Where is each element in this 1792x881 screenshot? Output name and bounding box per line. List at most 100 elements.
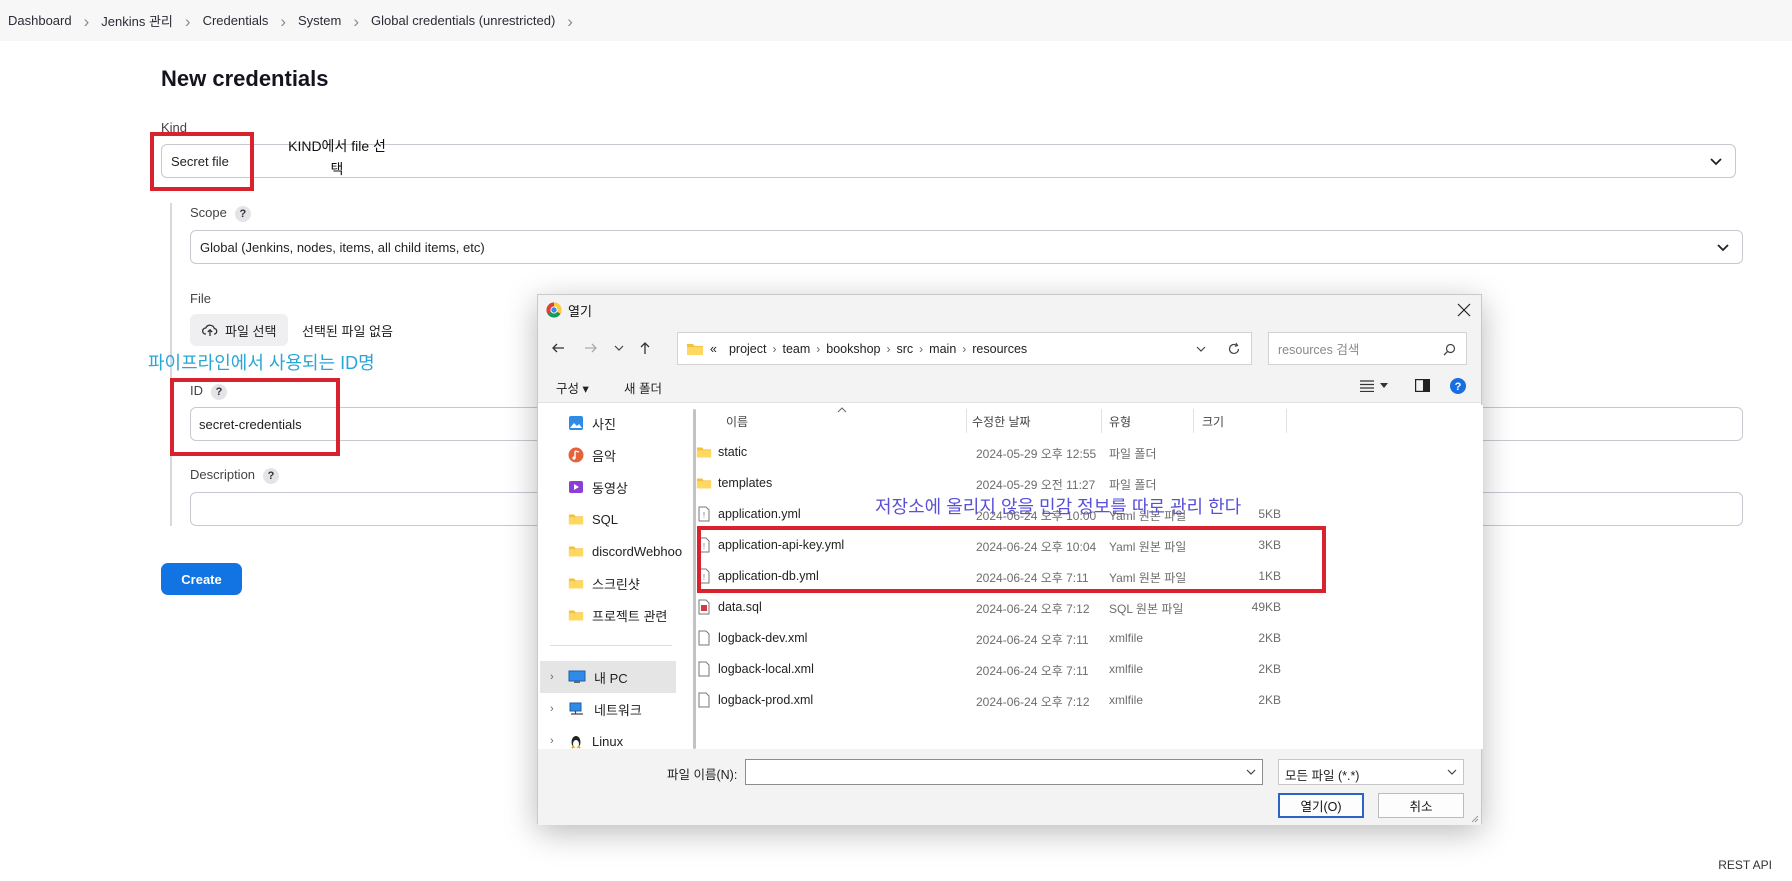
nav-item-network[interactable]: › 네트워크	[550, 695, 642, 723]
file-size: 2KB	[1258, 631, 1281, 645]
view-options-icon[interactable]	[1360, 380, 1374, 392]
file-row[interactable]: logback-dev.xml 2024-06-24 오후 7:11 xmlfi…	[696, 623, 1316, 654]
preview-pane-icon[interactable]	[1415, 379, 1430, 392]
column-header-name[interactable]: 이름	[726, 405, 748, 437]
refresh-icon[interactable]	[1227, 342, 1241, 356]
column-divider[interactable]	[966, 409, 967, 433]
filetype-select[interactable]: 모든 파일 (*.*)	[1278, 759, 1464, 785]
nav-item-screenshots[interactable]: 스크린샷	[568, 569, 640, 597]
nav-item-label: 동영상	[592, 480, 628, 496]
breadcrumb-credentials[interactable]: Credentials	[203, 13, 269, 28]
scope-select[interactable]: Global (Jenkins, nodes, items, all child…	[190, 230, 1743, 264]
column-divider[interactable]	[1286, 409, 1287, 433]
file-row[interactable]: logback-local.xml 2024-06-24 오후 7:11 xml…	[696, 654, 1316, 685]
file-size: 2KB	[1258, 693, 1281, 707]
breadcrumb-jenkins-manage[interactable]: Jenkins 관리	[101, 11, 173, 30]
address-bar[interactable]: « project › team › bookshop › src › main › re…	[677, 332, 1252, 365]
new-folder-button[interactable]: 새 폴더	[624, 378, 662, 397]
nav-item-videos[interactable]: 동영상	[568, 473, 628, 501]
dialog-navbar: « project › team › bookshop › src › main › re…	[538, 325, 1481, 369]
breadcrumb-system[interactable]: System	[298, 13, 341, 28]
file-date: 2024-05-29 오후 12:55	[976, 447, 1097, 461]
file-type: xmlfile	[1109, 631, 1144, 645]
chevron-down-icon[interactable]	[1246, 768, 1256, 776]
column-header-size[interactable]: 크기	[1202, 405, 1224, 437]
back-arrow-icon[interactable]	[550, 340, 566, 356]
up-arrow-icon[interactable]	[637, 340, 653, 356]
path-overflow[interactable]: «	[710, 342, 717, 356]
file-date: 2024-05-29 오전 11:27	[976, 478, 1096, 492]
nav-item-sql[interactable]: SQL	[568, 505, 618, 533]
file-name: static	[718, 445, 748, 459]
file-row[interactable]: logback-prod.xml 2024-06-24 오후 7:12 xmlf…	[696, 685, 1316, 716]
search-placeholder: resources 검색	[1278, 343, 1360, 357]
column-divider[interactable]	[1101, 409, 1102, 433]
column-header-type[interactable]: 유형	[1109, 405, 1131, 437]
resize-grip-icon[interactable]	[1469, 813, 1479, 823]
nav-item-project-related[interactable]: 프로젝트 관련	[568, 601, 667, 629]
chevron-down-icon[interactable]	[611, 340, 627, 356]
file-name: application.yml	[718, 507, 801, 521]
navigation-pane: 사진 음악 동영상 SQL discordWebhoo 스크린샷 프로젝트 관련	[538, 409, 684, 749]
expand-chevron-icon[interactable]: ›	[550, 703, 560, 715]
path-segment[interactable]: src	[897, 342, 914, 356]
nav-item-linux[interactable]: › Linux	[550, 727, 623, 749]
annotation-id-note: 파이프라인에서 사용되는 ID명	[148, 353, 375, 373]
path-segment[interactable]: bookshop	[826, 342, 880, 356]
column-header-date[interactable]: 수정한 날짜	[972, 405, 1031, 437]
search-icon	[1443, 343, 1456, 356]
svg-text:?: ?	[1455, 381, 1462, 393]
path-segment[interactable]: project	[729, 342, 767, 356]
chevron-down-icon[interactable]	[1380, 383, 1388, 389]
file-type: SQL 원본 파일	[1109, 602, 1184, 616]
column-name-label: 이름	[726, 414, 749, 429]
path-segment[interactable]: team	[782, 342, 810, 356]
expand-chevron-icon[interactable]: ›	[550, 671, 560, 683]
help-icon[interactable]: ?	[263, 467, 280, 484]
path-segment[interactable]: resources	[972, 342, 1027, 356]
nav-item-music[interactable]: 음악	[568, 441, 616, 469]
linux-icon	[571, 736, 581, 749]
chevron-down-icon[interactable]	[1195, 343, 1207, 355]
nav-item-discordwebhook[interactable]: discordWebhoo	[568, 537, 682, 565]
rest-api-link[interactable]: REST API	[1718, 858, 1772, 872]
chevron-right-icon	[280, 11, 286, 31]
kind-select[interactable]: Secret file	[161, 144, 1736, 178]
help-icon[interactable]: ?	[1450, 378, 1466, 394]
filename-input[interactable]	[745, 759, 1263, 785]
nav-item-pictures[interactable]: 사진	[568, 409, 616, 437]
column-size-label: 크기	[1202, 414, 1225, 429]
dialog-titlebar: 열기	[538, 295, 1481, 325]
path-segment[interactable]: main	[929, 342, 956, 356]
nav-item-label: 사진	[592, 416, 616, 432]
nav-item-label: 네트워크	[594, 702, 642, 718]
file-size: 49KB	[1251, 600, 1281, 614]
organize-label: 구성	[556, 382, 580, 396]
file-type: xmlfile	[1109, 693, 1144, 707]
file-date: 2024-06-24 오후 7:12	[976, 695, 1090, 709]
folder-icon	[568, 610, 584, 621]
chevron-right-icon[interactable]	[567, 11, 573, 31]
folder-icon	[568, 546, 584, 557]
description-label: Description?	[190, 467, 280, 484]
file-icon	[698, 630, 710, 646]
expand-chevron-icon[interactable]: ›	[550, 735, 560, 747]
column-divider[interactable]	[1193, 409, 1194, 433]
cancel-button[interactable]: 취소	[1378, 793, 1464, 818]
chevron-right-icon: ›	[886, 341, 891, 356]
create-button[interactable]: Create	[161, 563, 242, 595]
file-row[interactable]: static 2024-05-29 오후 12:55 파일 폴더	[696, 437, 1316, 468]
file-icon	[698, 661, 710, 677]
choose-file-button[interactable]: 파일 선택	[190, 314, 289, 346]
breadcrumb-global-credentials[interactable]: Global credentials (unrestricted)	[371, 13, 555, 28]
search-input[interactable]: resources 검색	[1268, 332, 1467, 365]
file-name: templates	[718, 476, 773, 490]
open-button[interactable]: 열기(O)	[1278, 793, 1364, 818]
nav-item-this-pc[interactable]: › 내 PC	[550, 663, 628, 691]
file-row[interactable]: data.sql 2024-06-24 오후 7:12 SQL 원본 파일 49…	[696, 592, 1316, 623]
organize-menu[interactable]: 구성 ▾	[556, 378, 589, 397]
help-icon[interactable]: ?	[234, 205, 251, 222]
forward-arrow-icon[interactable]	[583, 340, 599, 356]
close-icon[interactable]	[1455, 301, 1473, 319]
breadcrumb-dashboard[interactable]: Dashboard	[8, 13, 72, 28]
